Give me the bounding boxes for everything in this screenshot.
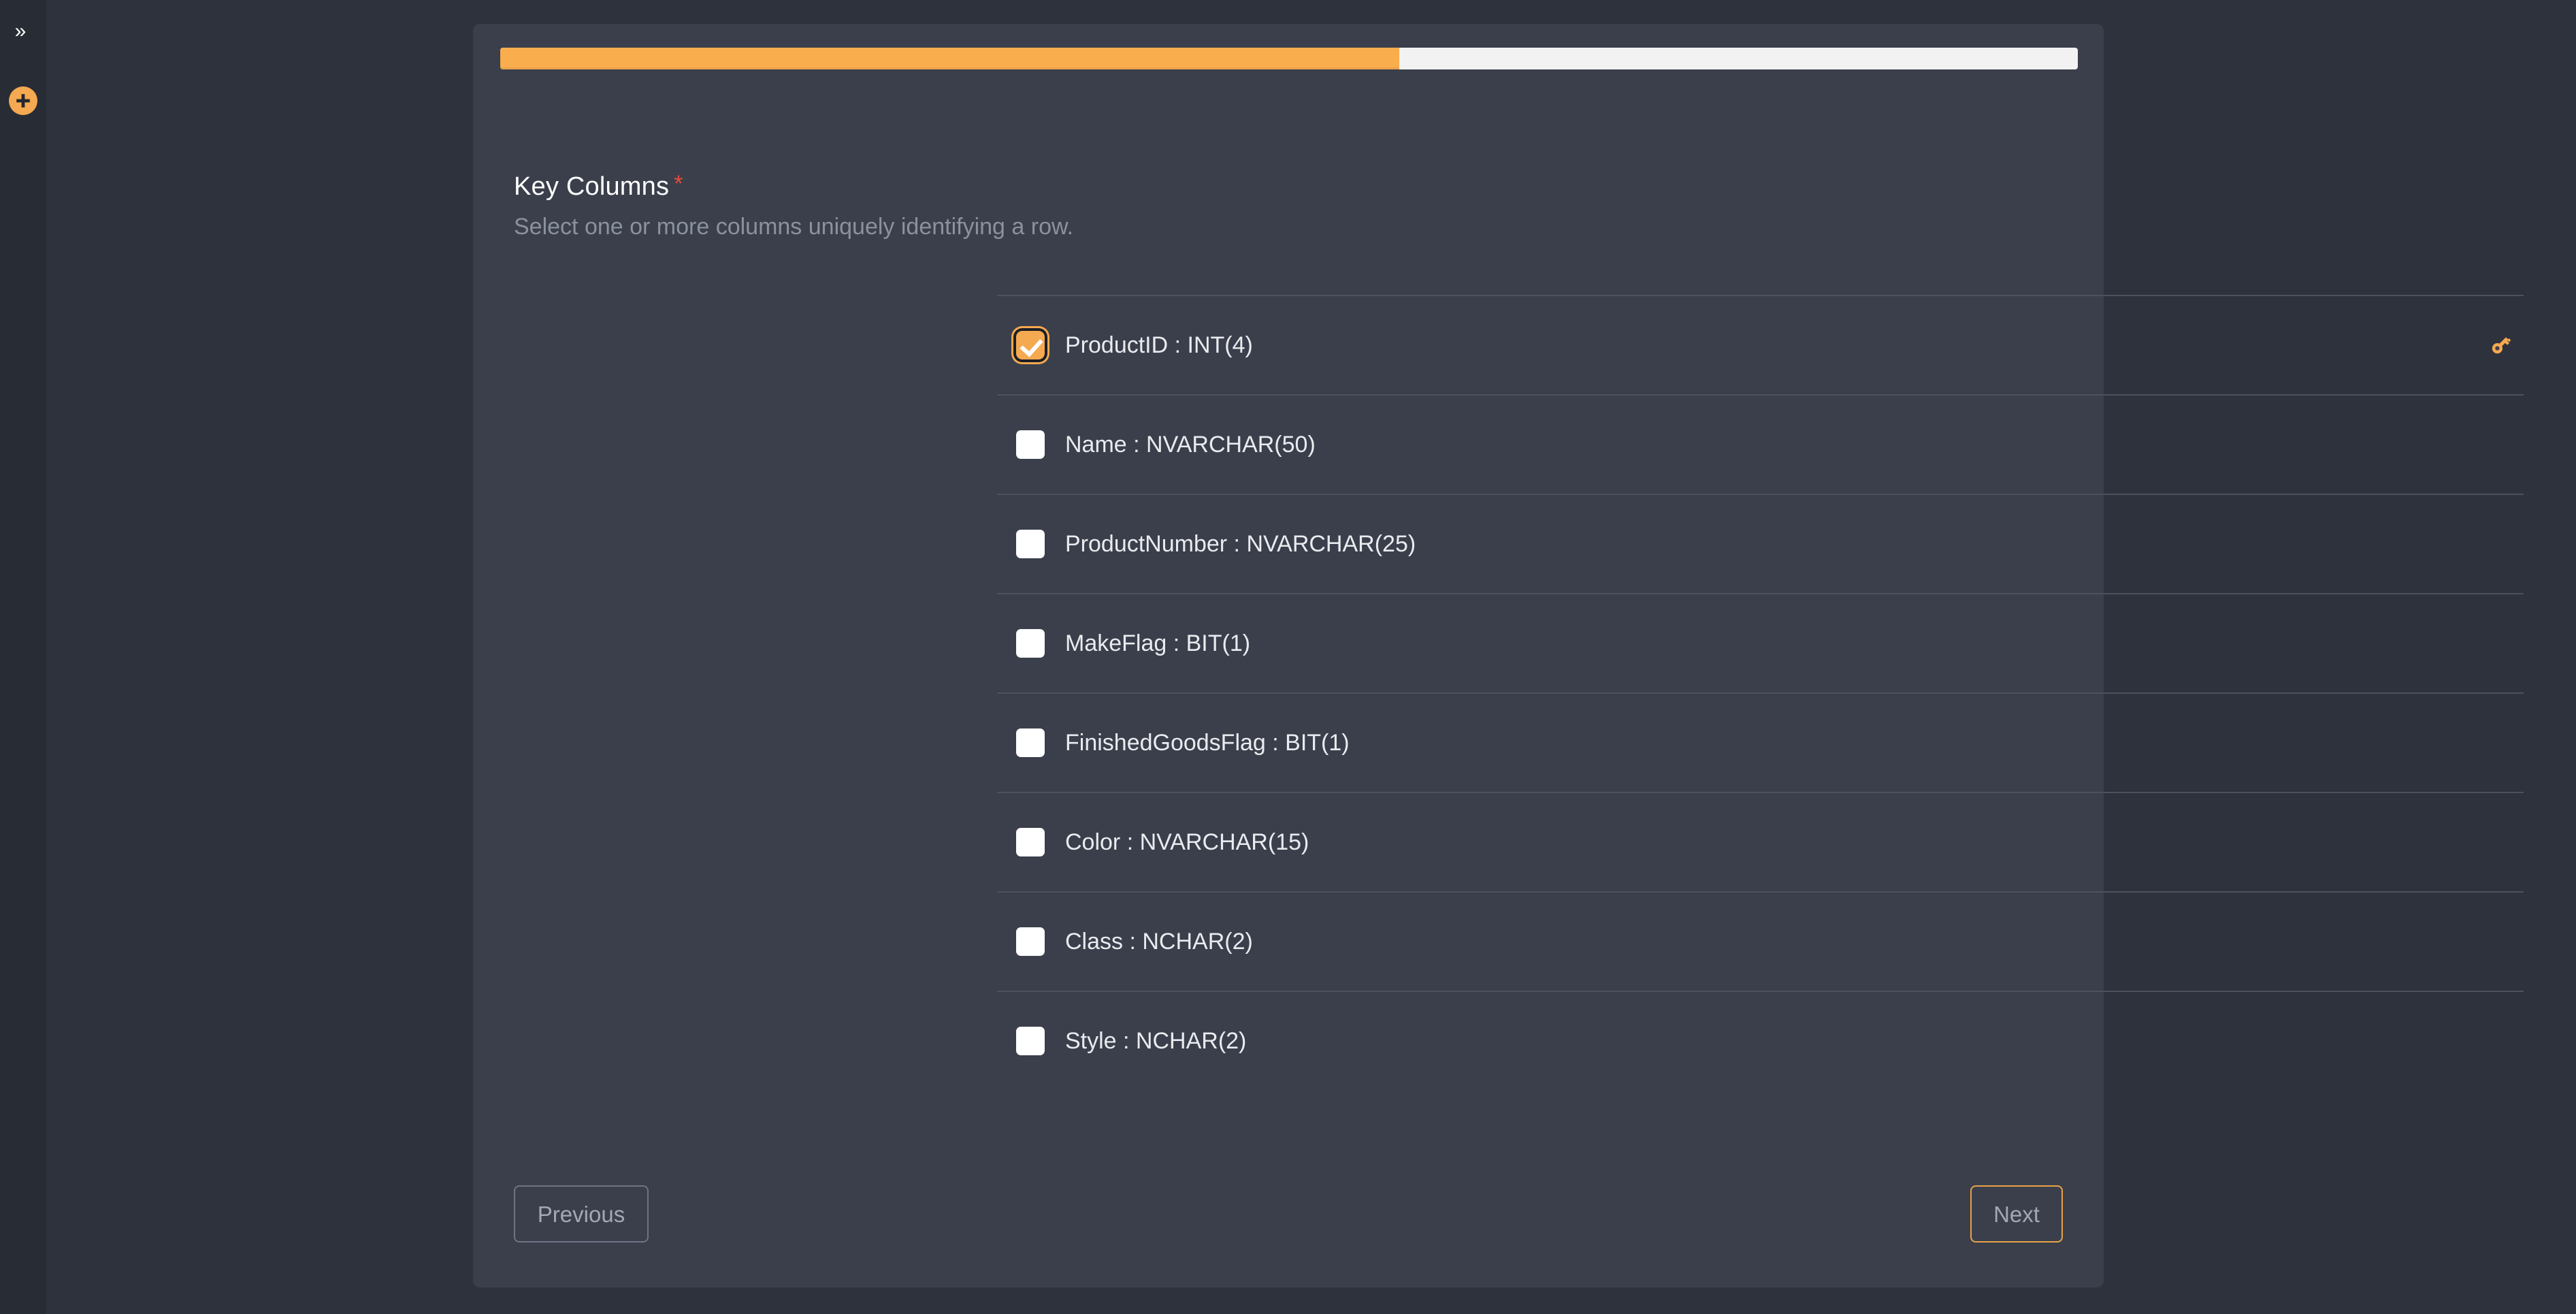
- plus-circle-icon: [14, 92, 32, 110]
- key-column-label: Style : NCHAR(2): [1065, 1027, 1247, 1054]
- key-column-label: FinishedGoodsFlag : BIT(1): [1065, 729, 1350, 756]
- key-column-checkbox[interactable]: [1016, 927, 1045, 956]
- key-column-row[interactable]: Name : NVARCHAR(50): [997, 394, 2524, 494]
- key-column-row[interactable]: MakeFlag : BIT(1): [997, 593, 2524, 692]
- key-column-label: ProductID : INT(4): [1065, 332, 1253, 358]
- key-column-checkbox[interactable]: [1016, 629, 1045, 658]
- page-title: Key Columns: [514, 172, 670, 201]
- key-column-checkbox[interactable]: [1016, 828, 1045, 856]
- section-header: Key Columns * Select one or more columns …: [514, 172, 2066, 240]
- wizard-progress-bar: [500, 48, 2078, 69]
- key-column-label: ProductNumber : NVARCHAR(25): [1065, 530, 1416, 557]
- key-columns-list: ProductID : INT(4) Name : NVARCHAR(50) Pro…: [997, 295, 2524, 1090]
- wizard-panel: Key Columns * Select one or more columns …: [473, 24, 2524, 1287]
- key-column-checkbox[interactable]: [1016, 430, 1045, 459]
- key-column-checkbox[interactable]: [1016, 331, 1045, 359]
- key-column-row[interactable]: ProductNumber : NVARCHAR(25): [997, 494, 2524, 593]
- required-marker: *: [674, 171, 683, 197]
- key-column-row[interactable]: Style : NCHAR(2): [997, 991, 2524, 1090]
- section-subtitle: Select one or more columns uniquely iden…: [514, 214, 1074, 240]
- key-column-label: Color : NVARCHAR(15): [1065, 829, 1309, 855]
- key-column-row[interactable]: Color : NVARCHAR(15): [997, 792, 2524, 891]
- add-button[interactable]: [9, 86, 37, 115]
- key-column-label: MakeFlag : BIT(1): [1065, 630, 1251, 656]
- wizard-footer: Previous Next: [514, 1181, 2063, 1247]
- previous-button[interactable]: Previous: [514, 1185, 649, 1243]
- chevron-double-right-icon[interactable]: »: [5, 16, 35, 46]
- key-column-row[interactable]: Class : NCHAR(2): [997, 891, 2524, 991]
- wizard-progress-fill: [500, 48, 1400, 69]
- key-icon: [2485, 330, 2515, 360]
- key-column-row[interactable]: FinishedGoodsFlag : BIT(1): [997, 692, 2524, 792]
- left-sidebar: »: [0, 0, 46, 1314]
- key-column-checkbox[interactable]: [1016, 728, 1045, 757]
- key-column-row[interactable]: ProductID : INT(4): [997, 295, 2524, 394]
- next-button[interactable]: Next: [1970, 1185, 2063, 1243]
- key-column-checkbox[interactable]: [1016, 1027, 1045, 1055]
- key-column-label: Name : NVARCHAR(50): [1065, 431, 1316, 458]
- key-column-label: Class : NCHAR(2): [1065, 928, 1253, 955]
- key-column-checkbox[interactable]: [1016, 530, 1045, 558]
